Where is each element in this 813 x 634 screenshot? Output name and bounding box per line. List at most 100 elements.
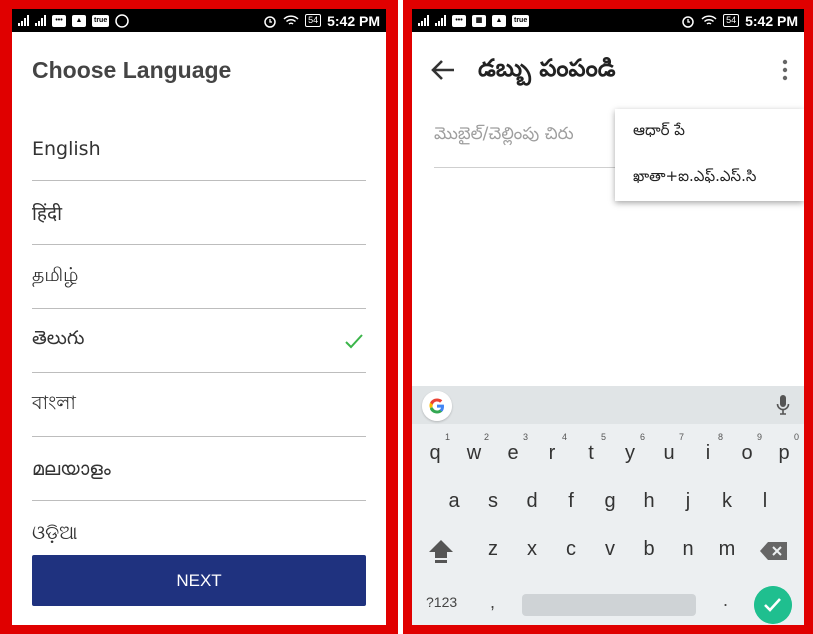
page-title: Choose Language [32,57,232,83]
key-label: i [705,442,711,464]
wifi-icon [283,15,299,25]
language-item-hindi[interactable]: हिंदी [32,181,366,245]
send-money-screen: ••• ▦ ▲ true 54 5:42 PM డబ్బు పంపండి మొబ… [412,9,804,625]
key-r[interactable]: r4 [538,432,567,465]
message-icon: ••• [52,14,66,27]
language-item-malayalam[interactable]: മലയാളം [32,437,366,501]
key-b[interactable]: b [635,538,663,561]
key-digit: 4 [561,432,567,442]
key-v[interactable]: v [596,538,624,561]
wifi-icon [701,15,717,25]
key-i[interactable]: i8 [694,432,723,465]
key-p[interactable]: p0 [770,432,799,465]
key-period[interactable]: . [723,590,728,611]
key-z[interactable]: z [479,538,507,561]
key-l[interactable]: l [751,490,779,513]
key-m[interactable]: m [713,538,741,561]
true-badge: true [512,14,530,27]
key-j[interactable]: j [674,490,702,513]
key-f[interactable]: f [557,490,585,513]
check-icon [345,334,363,349]
key-o[interactable]: o9 [733,432,762,465]
key-q[interactable]: q1 [421,432,450,465]
mic-icon[interactable] [776,394,790,416]
true-badge: true [92,14,110,27]
status-bar: ••• ▲ true 54 5:42 PM [12,9,386,32]
key-label: o [741,442,753,464]
keyboard-icon: ▦ [472,14,486,27]
key-e[interactable]: e3 [499,432,528,465]
key-n[interactable]: n [674,538,702,561]
language-screen: ••• ▲ true 54 5:42 PM Choose Language En… [12,9,386,625]
key-label: t [588,442,594,464]
battery-icon: 54 [723,14,740,27]
key-s[interactable]: s [479,490,507,513]
signal-icon-2 [35,15,46,26]
symbols-key[interactable]: ?123 [426,594,457,610]
space-key[interactable] [522,594,696,616]
language-label: മലയാളം [32,457,111,480]
status-bar: ••• ▦ ▲ true 54 5:42 PM [412,9,804,32]
language-label: తెలుగు [32,327,85,349]
signal-icon [18,15,29,26]
message-icon: ••• [452,14,466,27]
language-label: ଓଡ଼ିଆ [32,522,78,544]
key-label: w [466,442,482,464]
language-list: English हिंदी தமிழ் తెలుగు বাংলা മലയാളം … [32,117,366,565]
key-d[interactable]: d [518,490,546,513]
key-digit: 0 [793,432,799,442]
keyboard: q1 w2 e3 r4 t5 y6 u7 i8 o9 p0 a s d f g … [412,386,804,625]
menu-item-account-ifsc[interactable]: ఖాతా+ఐ.ఎఫ్.ఎస్.సి [615,155,804,201]
language-item-english[interactable]: English [32,117,366,181]
recipient-placeholder: మొబైల్/చెల్లింపు చిరు [434,124,574,144]
clock: 5:42 PM [327,12,380,29]
image-icon: ▲ [72,14,86,27]
shift-icon[interactable] [426,538,456,564]
app-bar: డబ్బు పంపండి [412,32,804,108]
arrow-left-icon[interactable] [430,58,456,82]
left-phone-frame: ••• ▲ true 54 5:42 PM Choose Language En… [0,0,398,634]
language-item-bengali[interactable]: বাংলা [32,373,366,437]
key-u[interactable]: u7 [655,432,684,465]
key-k[interactable]: k [713,490,741,513]
key-a[interactable]: a [440,490,468,513]
key-digit: 1 [444,432,450,442]
language-item-tamil[interactable]: தமிழ் [32,245,366,309]
key-h[interactable]: h [635,490,663,513]
key-digit: 8 [717,432,723,442]
key-t[interactable]: t5 [577,432,606,465]
key-digit: 6 [639,432,645,442]
key-x[interactable]: x [518,538,546,561]
overflow-menu: ఆధార్ పే ఖాతా+ఐ.ఎఫ్.ఎస్.సి [615,109,804,201]
key-g[interactable]: g [596,490,624,513]
key-y[interactable]: y6 [616,432,645,465]
keyboard-row-2: a s d f g h j k l [412,490,804,530]
key-w[interactable]: w2 [460,432,489,465]
clock: 5:42 PM [745,12,798,29]
keyboard-row-4: ?123 , . [412,586,804,625]
language-label: বাংলা [32,391,76,414]
key-label: y [625,442,635,464]
next-button[interactable]: NEXT [32,555,366,606]
key-digit: 2 [483,432,489,442]
key-label: q [429,442,441,464]
enter-check-icon[interactable] [754,586,792,624]
more-vert-icon[interactable] [782,59,788,81]
key-comma[interactable]: , [490,592,495,613]
google-icon[interactable] [422,391,452,421]
key-c[interactable]: c [557,538,585,561]
menu-item-aadhaar-pay[interactable]: ఆధార్ పే [615,109,804,155]
language-item-telugu[interactable]: తెలుగు [32,309,366,373]
key-label: r [548,442,556,464]
signal-icon [418,15,429,26]
keyboard-row-3: z x c v b n m [412,538,804,578]
image-icon: ▲ [492,14,506,27]
backspace-icon[interactable] [759,541,789,561]
keyboard-row-1: q1 w2 e3 r4 t5 y6 u7 i8 o9 p0 [412,432,804,482]
signal-icon-2 [435,15,446,26]
key-label: e [507,442,519,464]
language-label: English [32,137,101,160]
alarm-icon [264,15,276,28]
battery-icon: 54 [305,14,322,27]
page-title: డబ్బు పంపండి [478,54,616,82]
